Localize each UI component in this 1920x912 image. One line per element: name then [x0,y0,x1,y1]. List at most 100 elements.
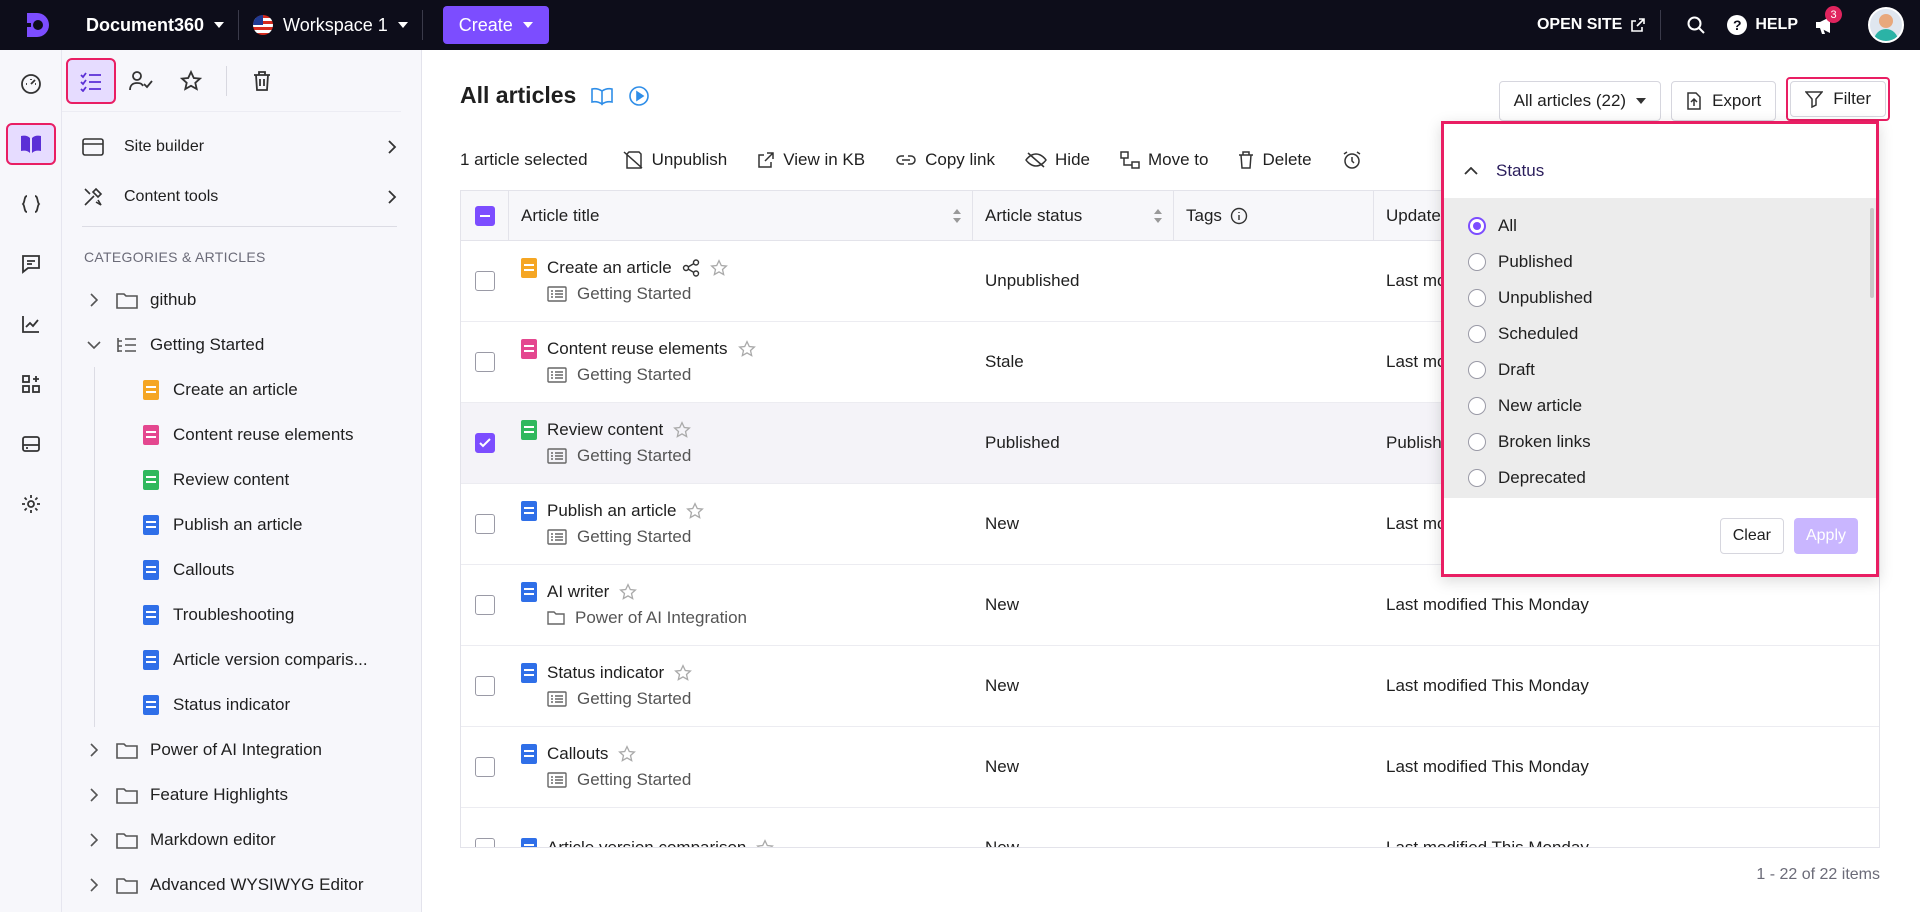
radio-button[interactable] [1468,433,1486,451]
filter-button[interactable]: Filter [1790,81,1886,117]
user-avatar[interactable] [1868,7,1904,43]
rail-feedback[interactable] [0,234,62,294]
row-checkbox[interactable] [475,595,495,615]
status-option[interactable]: Deprecated [1444,460,1876,496]
delete-button[interactable]: Delete [1238,150,1312,170]
my-articles-tab[interactable] [116,58,166,104]
tree-article[interactable]: Article version comparis... [94,637,421,682]
project-switcher[interactable]: Document360 [86,15,225,36]
help-button[interactable]: ? HELP [1727,15,1798,35]
tree-category-getting-started[interactable]: Getting Started [62,322,421,367]
radio-button[interactable] [1468,325,1486,343]
clear-button[interactable]: Clear [1719,518,1784,554]
table-row[interactable]: Article version comparison New Last modi… [461,808,1879,848]
article-title-link[interactable]: Callouts [547,744,608,764]
star-icon[interactable] [756,839,775,848]
status-option[interactable]: Broken links [1444,424,1876,460]
tree-category[interactable]: Markdown editor [62,817,421,862]
recycle-bin-tab[interactable] [237,58,287,104]
column-header-title[interactable]: Article title [509,191,973,240]
copy-link-button[interactable]: Copy link [895,150,995,170]
all-articles-tab[interactable] [66,57,116,104]
create-button[interactable]: Create [442,6,549,44]
status-option[interactable]: Unpublished [1444,280,1876,316]
tree-category[interactable]: Power of AI Integration [62,727,421,772]
article-title-link[interactable]: Article version comparison [547,838,746,847]
tree-article[interactable]: Publish an article [94,502,421,547]
rail-documentation[interactable] [0,114,62,174]
article-title-link[interactable]: Status indicator [547,663,664,683]
chevron-right-icon[interactable] [84,787,104,802]
status-option[interactable]: New article [1444,388,1876,424]
notifications-button[interactable]: 3 [1804,4,1846,46]
select-all-checkbox[interactable] [474,205,495,226]
view-in-kb-button[interactable]: View in KB [757,150,865,170]
radio-button[interactable] [1468,289,1486,307]
radio-button[interactable] [1468,469,1486,487]
row-checkbox[interactable] [475,514,495,534]
move-to-button[interactable]: Move to [1120,150,1208,170]
row-checkbox[interactable] [475,757,495,777]
rail-settings[interactable] [0,474,62,534]
status-option[interactable]: Published [1444,244,1876,280]
tree-article[interactable]: Review content [94,457,421,502]
table-row[interactable]: Status indicator Getting Started New Las… [461,646,1879,727]
radio-button[interactable] [1468,253,1486,271]
column-header-status[interactable]: Article status [973,191,1174,240]
rail-analytics[interactable] [0,294,62,354]
search-button[interactable] [1675,4,1717,46]
chevron-right-icon[interactable] [84,742,104,757]
article-title-link[interactable]: Content reuse elements [547,339,728,359]
chevron-right-icon[interactable] [84,832,104,847]
row-checkbox[interactable] [475,838,495,847]
chevron-down-icon[interactable] [84,340,104,349]
sort-icon[interactable] [1153,208,1163,224]
table-row[interactable]: Callouts Getting Started New Last modifi… [461,727,1879,808]
status-option[interactable]: All [1444,208,1876,244]
sort-icon[interactable] [952,208,962,224]
apply-button[interactable]: Apply [1793,518,1858,554]
article-title-link[interactable]: Create an article [547,258,672,278]
document360-logo[interactable] [12,0,62,50]
schedule-button[interactable] [1342,150,1362,170]
tree-article[interactable]: Status indicator [94,682,421,727]
view-dropdown[interactable]: All articles (22) [1498,81,1662,121]
workspace-switcher[interactable]: Workspace 1 [253,15,408,36]
tree-category[interactable]: Advanced WYSIWYG Editor [62,862,421,907]
star-icon[interactable] [673,421,692,439]
hide-button[interactable]: Hide [1025,150,1090,170]
knowledge-base-icon[interactable] [590,86,614,106]
table-row[interactable]: AI writer Power of AI Integration New La… [461,565,1879,646]
site-builder-link[interactable]: Site builder [62,122,421,172]
radio-button[interactable] [1468,217,1486,235]
rail-api-docs[interactable] [0,174,62,234]
tree-article[interactable]: Content reuse elements [94,412,421,457]
chevron-right-icon[interactable] [84,292,104,307]
article-title-link[interactable]: Review content [547,420,663,440]
rail-dashboard[interactable] [0,54,62,114]
star-icon[interactable] [686,502,705,520]
share-icon[interactable] [682,259,700,277]
star-icon[interactable] [674,664,693,682]
tree-article[interactable]: Troubleshooting [94,592,421,637]
status-section-toggle[interactable]: Status [1444,146,1876,196]
article-title-link[interactable]: Publish an article [547,501,676,521]
info-icon[interactable] [1230,207,1248,225]
rail-widgets[interactable] [0,354,62,414]
unpublish-button[interactable]: Unpublish [622,150,727,170]
chevron-right-icon[interactable] [84,877,104,892]
star-icon[interactable] [619,583,638,601]
rail-drive[interactable] [0,414,62,474]
row-checkbox[interactable] [475,352,495,372]
radio-button[interactable] [1468,397,1486,415]
row-checkbox[interactable] [475,433,495,453]
status-option[interactable]: Scheduled [1444,316,1876,352]
article-title-link[interactable]: AI writer [547,582,609,602]
tree-category[interactable]: Feature Highlights [62,772,421,817]
export-button[interactable]: Export [1671,81,1777,121]
tree-article[interactable]: Callouts [94,547,421,592]
status-option[interactable]: Draft [1444,352,1876,388]
tree-article[interactable]: Create an article [94,367,421,412]
row-checkbox[interactable] [475,271,495,291]
starred-tab[interactable] [166,58,216,104]
